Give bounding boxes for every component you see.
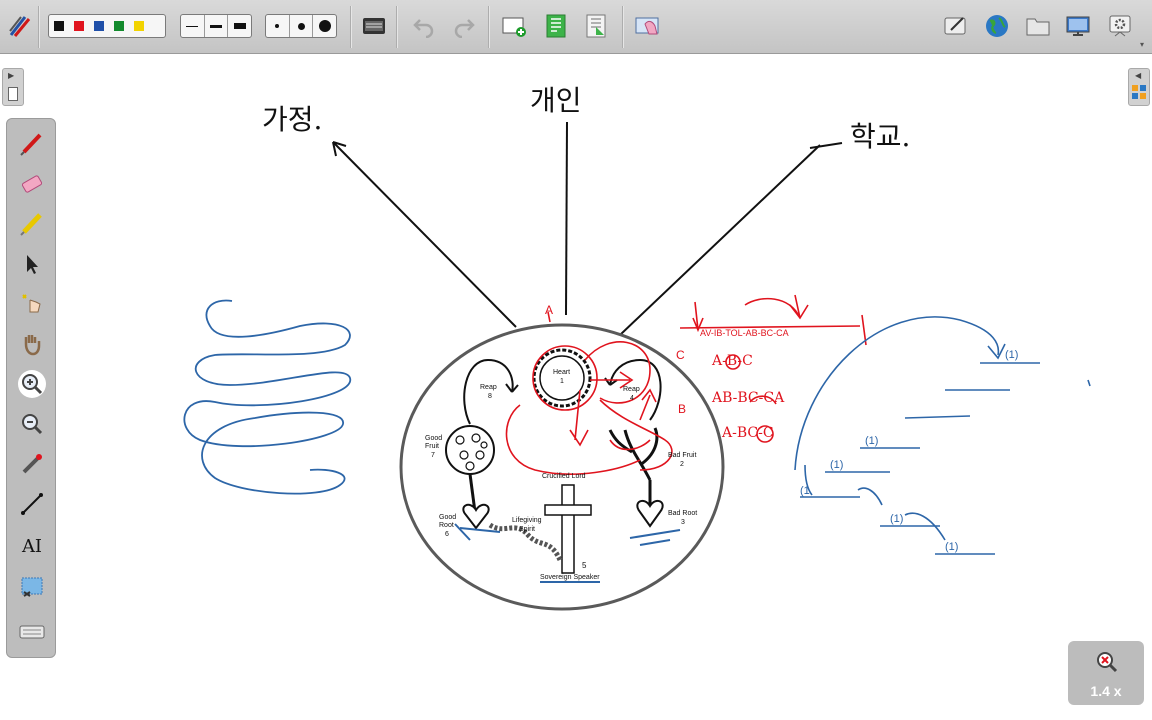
blue-scribble-spiral <box>183 299 351 495</box>
black-arrows <box>332 121 843 336</box>
line-width-medium[interactable] <box>205 15 229 37</box>
whiteboard-canvas[interactable]: (1) (1) (1) (1 (1) (1) AV-IB-TOL-AB-BC-C… <box>0 55 1152 720</box>
dot-size-group <box>265 14 337 38</box>
line-width-thin[interactable] <box>181 15 205 37</box>
label-reap-right: Reap <box>623 386 640 393</box>
zoom-level-label: 1.4 x <box>1090 683 1122 699</box>
new-page-icon[interactable] <box>500 12 528 40</box>
label-good-root-2: Root <box>439 522 454 529</box>
label-bad-fruit-num: 2 <box>680 461 684 468</box>
select-arrow-icon[interactable] <box>15 247 49 281</box>
pen-color-blue[interactable] <box>94 21 104 31</box>
label-good-root: Good <box>439 514 457 521</box>
red-note-ab-bc-ca: AB-BC-CA <box>712 390 785 406</box>
pen-color-group <box>48 14 166 38</box>
pen-set-icon[interactable] <box>6 12 34 40</box>
redo-icon[interactable] <box>450 12 478 40</box>
text-tool-icon[interactable]: AI <box>15 529 49 563</box>
left-panel-toggle[interactable]: ▶ <box>2 68 24 106</box>
laser-pointer-icon[interactable] <box>15 447 49 481</box>
right-panel-toggle[interactable]: ◀ <box>1128 68 1150 106</box>
zoom-indicator[interactable]: 1.4 x <box>1068 641 1144 705</box>
screen-clip-icon[interactable] <box>15 571 49 605</box>
red-note-b: B <box>678 402 687 416</box>
svg-text:(1: (1 <box>800 485 810 497</box>
pen-color-yellow[interactable] <box>134 21 144 31</box>
label-sovereign-speaker: Sovereign Speaker <box>540 574 600 581</box>
svg-text:AV-IB-TOL-AB-BC-CA: AV-IB-TOL-AB-BC-CA <box>700 328 789 338</box>
dot-size-medium[interactable] <box>290 15 314 37</box>
label-bad-root: Bad Root <box>668 510 698 517</box>
left-toolbar: AI <box>6 118 56 658</box>
pan-hand-icon[interactable] <box>15 327 49 361</box>
line-width-group <box>180 14 252 38</box>
label-heart-num: 1 <box>560 378 564 385</box>
zoom-out-icon[interactable] <box>15 407 49 441</box>
magic-pointer-icon[interactable] <box>15 287 49 321</box>
label-crucified-lord: Crucified Lord <box>542 473 586 480</box>
label-sovereign-num: 5 <box>582 561 587 570</box>
blue-right-sketch <box>794 316 1091 555</box>
svg-text:(1): (1) <box>865 435 878 447</box>
line-width-thick[interactable] <box>228 15 251 37</box>
red-note-abc: A-B-C <box>712 353 753 369</box>
line-tool-icon[interactable] <box>15 487 49 521</box>
toolbar-separator <box>622 6 624 48</box>
highlighter-icon[interactable] <box>15 207 49 241</box>
handwriting-family: 가정. <box>262 103 323 136</box>
label-good-fruit-num: 7 <box>431 452 435 459</box>
pen-color-black[interactable] <box>54 21 64 31</box>
ink-layer: (1) (1) (1) (1 (1) (1) AV-IB-TOL-AB-BC-C… <box>183 121 1091 611</box>
dot-size-large[interactable] <box>313 15 336 37</box>
toolbar-separator <box>38 6 40 48</box>
label-reap-left-num: 8 <box>488 393 492 400</box>
zoom-indicator-icon <box>1097 652 1118 673</box>
globe-icon[interactable] <box>983 12 1011 40</box>
label-lifegiving: Lifegiving <box>512 517 542 524</box>
eraser-icon[interactable] <box>15 167 49 201</box>
svg-text:(1): (1) <box>945 541 958 553</box>
top-toolbar: ▾ <box>0 0 1152 54</box>
zoom-in-icon[interactable] <box>15 367 49 401</box>
red-note-c: C <box>676 348 685 362</box>
previous-page-icon[interactable] <box>542 12 570 40</box>
next-page-icon[interactable] <box>582 12 610 40</box>
svg-text:(1): (1) <box>1005 349 1018 361</box>
pen-color-green[interactable] <box>114 21 124 31</box>
pen-color-red[interactable] <box>74 21 84 31</box>
display-icon[interactable] <box>1064 12 1092 40</box>
settings-icon[interactable] <box>1106 12 1134 40</box>
keyboard-icon[interactable] <box>360 12 388 40</box>
folder-icon[interactable] <box>1024 12 1052 40</box>
label-good-fruit: Good <box>425 435 443 442</box>
svg-text:(1): (1) <box>830 459 843 471</box>
toolbar-separator <box>488 6 490 48</box>
toolbar-overflow-icon[interactable]: ▾ <box>1140 40 1144 49</box>
pen-icon[interactable] <box>15 127 49 161</box>
red-note-a: A <box>545 303 554 317</box>
label-heart: Heart <box>553 369 571 376</box>
label-reap-left: Reap <box>480 384 497 391</box>
label-good-fruit-2: Fruit <box>425 443 439 450</box>
keyboard-icon[interactable] <box>15 615 49 649</box>
label-reap-right-num: 4 <box>630 395 634 402</box>
svg-text:(1): (1) <box>890 513 903 525</box>
toolbar-separator <box>350 6 352 48</box>
label-good-root-num: 6 <box>445 531 449 538</box>
dot-size-small[interactable] <box>266 15 290 37</box>
undo-icon[interactable] <box>410 12 438 40</box>
label-spirit: Spirit <box>519 526 535 533</box>
screen-capture-icon[interactable] <box>634 12 662 40</box>
tablet-icon[interactable] <box>942 12 970 40</box>
label-bad-fruit: Bad Fruit <box>668 452 697 459</box>
handwriting-school: 학교. <box>850 120 911 153</box>
handwriting-individual: 개인 <box>530 84 582 117</box>
toolbar-separator <box>396 6 398 48</box>
label-bad-root-num: 3 <box>681 519 685 526</box>
red-note-a-bc-c: A-BC-C <box>722 425 774 441</box>
